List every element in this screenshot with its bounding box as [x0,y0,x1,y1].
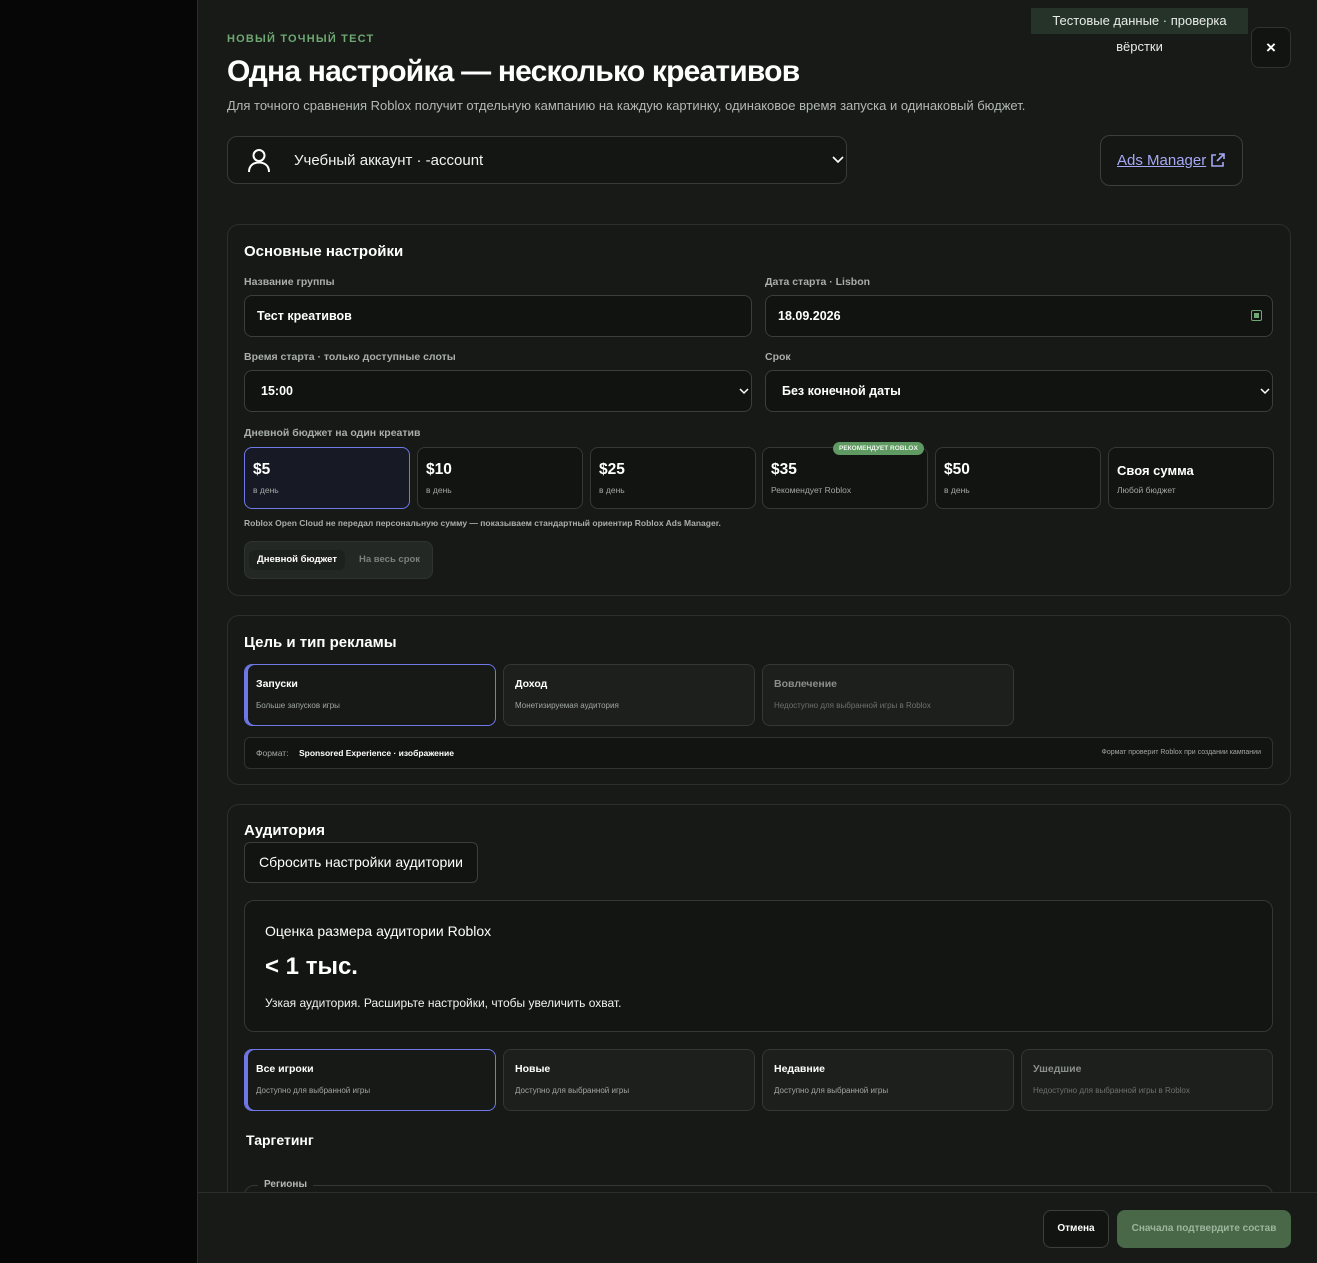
goal-card: Цель и тип рекламы Запуски Больше запуск… [227,615,1291,785]
budget-option-25[interactable]: $25 в день [590,447,756,509]
budget-amount: $25 [599,461,625,478]
budget-period: Рекомендует Roblox [771,485,852,495]
choice-title: Недавние [774,1063,826,1075]
choice-subtitle: Недоступно для выбранной игры в Roblox [1033,1086,1190,1095]
group-name-input[interactable]: Тест креативов [244,295,752,337]
segment-recent[interactable]: Недавние Доступно для выбранной игры [762,1049,1014,1111]
chevron-down-icon [1260,388,1270,395]
choice-subtitle: Больше запусков игры [256,701,340,710]
cancel-button[interactable]: Отмена [1043,1210,1109,1248]
budget-period: Любой бюджет [1117,485,1176,495]
calendar-icon[interactable] [1251,310,1262,321]
goal-option-engagement: Вовлечение Недоступно для выбранной игры… [762,664,1014,726]
account-select[interactable]: Учебный аккаунт · -account [227,136,847,184]
start-time-value: 15:00 [261,384,293,398]
start-date-value: 18.09.2026 [778,309,841,323]
close-button[interactable]: × [1251,27,1291,68]
budget-mode-daily[interactable]: Дневной бюджет [249,550,345,570]
duration-select[interactable]: Без конечной даты [765,370,1273,412]
duration-value: Без конечной даты [782,384,901,398]
confirm-button[interactable]: Сначала подтвердите состав [1117,1210,1291,1248]
ads-manager-button[interactable]: Ads Manager [1100,135,1243,186]
choice-title: Ушедшие [1033,1063,1082,1075]
new-test-drawer: Тестовые данные · проверка вёрстки × НОВ… [197,0,1317,1263]
start-date-input[interactable]: 18.09.2026 [765,295,1273,337]
segment-all-players[interactable]: Все игроки Доступно для выбранной игры [244,1049,496,1111]
estimate-description: Узкая аудитория. Расширьте настройки, чт… [265,996,622,1010]
budget-amount: $35 [771,461,797,478]
format-label: Формат: [256,748,289,758]
footer-bar: Отмена Сначала подтвердите состав [198,1192,1317,1263]
basic-settings-title: Основные настройки [244,243,404,260]
audience-title: Аудитория [244,822,325,839]
user-icon [248,149,270,173]
start-time-label: Время старта · только доступные слоты [244,351,456,363]
choice-title: Вовлечение [774,678,837,690]
eyebrow: НОВЫЙ ТОЧНЫЙ ТЕСТ [227,33,375,45]
budget-label: Дневной бюджет на один креатив [244,427,421,439]
budget-period: в день [253,485,279,495]
account-select-value: Учебный аккаунт · -account [294,152,484,169]
group-name-label: Название группы [244,276,335,288]
choice-subtitle: Доступно для выбранной игры [515,1086,630,1095]
targeting-title: Таргетинг [246,1132,314,1148]
recommended-badge: РЕКОМЕНДУЕТ ROBLOX [833,442,924,455]
budget-option-50[interactable]: $50 в день [935,447,1101,509]
choice-subtitle: Доступно для выбранной игры [256,1086,371,1095]
budget-option-10[interactable]: $10 в день [417,447,583,509]
format-value: Sponsored Experience · изображение [299,748,454,758]
choice-subtitle: Монетизируемая аудитория [515,701,619,710]
estimate-title: Оценка размера аудитории Roblox [265,923,492,939]
choice-subtitle: Доступно для выбранной игры [774,1086,889,1095]
duration-label: Срок [765,351,791,363]
budget-period: в день [599,485,625,495]
audience-estimate: Оценка размера аудитории Roblox < 1 тыс.… [244,900,1273,1032]
page-subtitle: Для точного сравнения Roblox получит отд… [227,98,1026,113]
choice-subtitle: Недоступно для выбранной игры в Roblox [774,701,931,710]
goal-title: Цель и тип рекламы [244,634,397,651]
choice-title: Доход [515,678,548,690]
budget-amount: $10 [426,461,452,478]
page-title: Одна настройка — несколько креативов [227,55,800,88]
goal-option-revenue[interactable]: Доход Монетизируемая аудитория [503,664,755,726]
budget-option-5[interactable]: $5 в день [244,447,410,509]
goal-option-launches[interactable]: Запуски Больше запусков игры [244,664,496,726]
estimate-value: < 1 тыс. [265,953,358,980]
basic-settings-card: Основные настройки Название группы Тест … [227,224,1291,596]
segment-new[interactable]: Новые Доступно для выбранной игры [503,1049,755,1111]
budget-option-custom[interactable]: Своя сумма Любой бюджет [1108,447,1274,509]
format-row: Формат: Sponsored Experience · изображен… [244,737,1273,769]
budget-option-35[interactable]: РЕКОМЕНДУЕТ ROBLOX $35 Рекомендует Roblo… [762,442,928,509]
budget-period: в день [426,485,452,495]
start-time-select[interactable]: 15:00 [244,370,752,412]
segment-churned: Ушедшие Недоступно для выбранной игры в … [1021,1049,1273,1111]
test-data-badge: Тестовые данные · проверка вёрстки [1031,8,1248,54]
choice-title: Все игроки [256,1063,314,1075]
chevron-down-icon [739,388,749,395]
budget-amount: $50 [944,461,970,478]
budget-amount: $5 [253,461,271,478]
external-link-icon [1211,153,1225,167]
modal-backdrop[interactable] [0,0,197,1263]
choice-title: Новые [515,1063,551,1075]
budget-amount: Своя сумма [1117,463,1194,478]
ads-manager-link[interactable]: Ads Manager [1117,152,1206,169]
budget-period: в день [944,485,970,495]
start-date-label: Дата старта · Lisbon [765,276,871,288]
reset-audience-button[interactable]: Сбросить настройки аудитории [244,842,478,883]
budget-mode-toggle: Дневной бюджет На весь срок [244,541,433,579]
format-note: Формат проверит Roblox при создании камп… [1101,749,1262,756]
chevron-down-icon [832,156,844,164]
budget-mode-lifetime[interactable]: На весь срок [359,550,420,570]
group-name-value: Тест креативов [257,309,352,323]
budget-note: Roblox Open Cloud не передал персональну… [244,518,721,528]
choice-title: Запуски [256,678,298,690]
regions-label: Регионы [258,1179,313,1190]
